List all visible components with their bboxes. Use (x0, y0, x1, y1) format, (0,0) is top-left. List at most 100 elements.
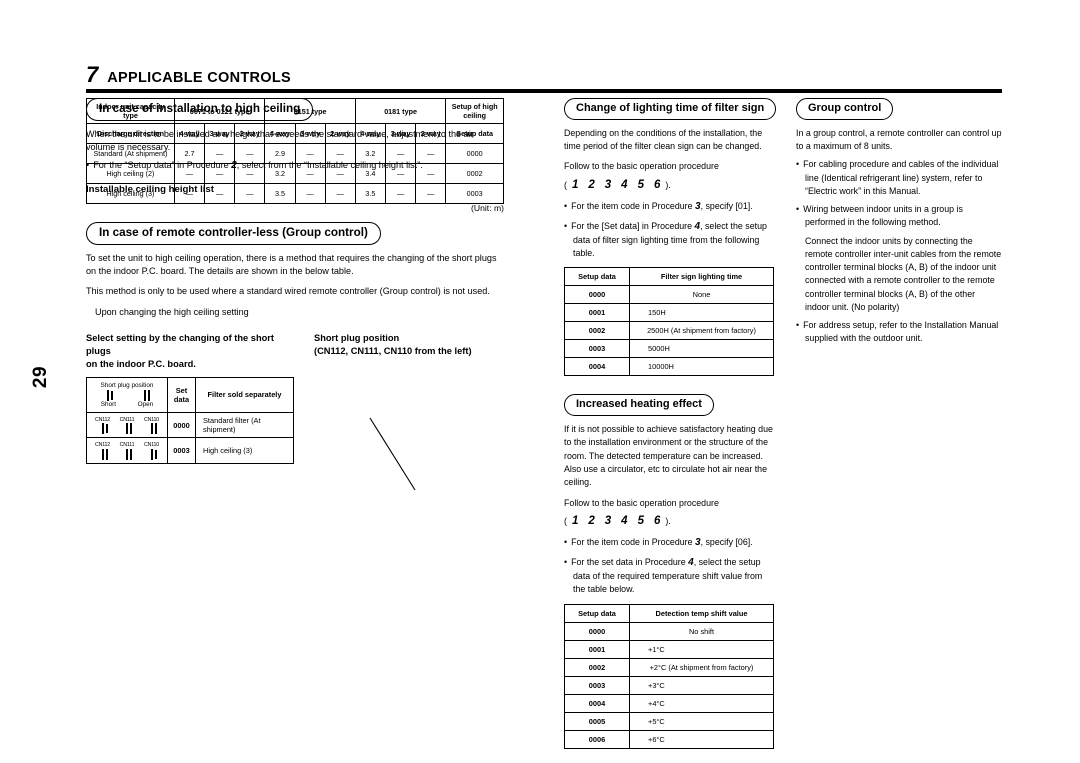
plug-pin-label: CN112 (94, 442, 111, 449)
plug-pin-label: CN111 (119, 416, 135, 423)
cell-value: 3.2 (264, 163, 296, 184)
plug-cn112: CN112 (92, 442, 113, 460)
heating-bullet-1: For the item code in Procedure 3, specif… (564, 535, 774, 550)
seq-open: ( (564, 179, 567, 190)
cell-value: +5°C (629, 711, 774, 731)
group-less-para-3: Upon changing the high ceiling setting (95, 306, 249, 317)
filter-sign-sequence: (1 2 3 4 5 6). (564, 176, 774, 194)
table-header-row-2: Discharge direction 4-way 3-way 2-way 4-… (86, 123, 504, 144)
cell-setup-data: 0005 (564, 711, 630, 731)
plug-cn111: CN111 (117, 416, 138, 435)
plug-open-icon (144, 389, 147, 401)
short-plug-position-label-line1: Short plug position (314, 332, 400, 343)
th-way: 2-way (324, 123, 356, 144)
section-heading-filter-sign: Change of lighting time of filter sign (564, 98, 777, 120)
cell-setup-data: 0002 (564, 321, 630, 341)
plug-open-icon (150, 423, 153, 435)
cell-value: 3.5 (264, 183, 296, 204)
group-control-para-1: In a group control, a remote controller … (796, 127, 1002, 152)
header-rule (86, 89, 1002, 93)
th-type-0181: 0181 type (354, 98, 447, 124)
th-way: 3-way (204, 123, 236, 144)
legend-short-label: Short (100, 400, 117, 408)
seq-step: 5 (637, 178, 644, 191)
cell-value: — (324, 163, 356, 184)
table-row: 0000 No shift (564, 621, 774, 641)
table-row: CN112 CN111 CN110 0000 Standard filter (… (86, 411, 294, 439)
cell-value: — (415, 163, 447, 184)
cell-row-label: High ceiling (3) (86, 183, 175, 204)
section-heading-increased-heating: Increased heating effect (564, 394, 714, 417)
cell-setup-data: 0000 (564, 621, 630, 641)
seq-step: 2 (588, 514, 595, 527)
cell-value: 3.5 (354, 183, 387, 204)
cell-value: None (629, 285, 774, 305)
legend-open: Open (137, 389, 154, 408)
left-column: In case of installation to high ceiling … (86, 98, 504, 464)
cell-setup-data: 0000 (564, 285, 630, 305)
heating-para-1: If it is not possible to achieve satisfa… (564, 424, 773, 488)
cell-value: — (384, 163, 417, 184)
cell-value: — (324, 183, 356, 204)
filter-sign-para-1: Depending on the conditions of the insta… (564, 127, 763, 152)
table-row: CN112 CN111 CN110 0003 High ceiling (3) (86, 437, 294, 464)
th-way: 2-way (234, 123, 266, 144)
bullet-text: Wiring between indoor units in a group i… (803, 204, 963, 228)
seq-step: 3 (604, 514, 612, 527)
th-detection-temp-shift-value: Detection temp shift value (629, 603, 774, 623)
th-setup-data: Setup data (564, 267, 630, 287)
cell-value: — (294, 183, 326, 204)
select-setting-label-line1: Select setting by the changing of the sh… (86, 332, 275, 356)
cell-value: — (415, 143, 447, 164)
plug-short-icon (150, 448, 153, 460)
cell-setup-data: 0000 (445, 143, 504, 164)
right-column: Group control In a group control, a remo… (796, 98, 1002, 346)
table-row: 0006 +6°C (564, 729, 774, 749)
filter-sign-bullet-1: For the item code in Procedure 3, specif… (564, 199, 774, 214)
th-way: 3-way (294, 123, 326, 144)
cell-setup-data: 0003 (564, 339, 630, 359)
bullet-text: For cabling procedure and cables of the … (803, 159, 999, 196)
table-row: 0005 +5°C (564, 711, 774, 731)
th-way: 4-way (264, 123, 296, 144)
unit-note: (Unit: m) (471, 203, 504, 214)
cell-value: +4°C (629, 693, 774, 713)
plug-table-header-row: Short plug position Short Open Set data … (86, 376, 294, 413)
cell-value: — (204, 183, 236, 204)
cell-setup-data: 0001 (564, 303, 630, 323)
table-row: 0002 2500H (At shipment from factory) (564, 321, 774, 341)
plug-legend-cell: Short plug position Short Open (86, 376, 168, 413)
bullet-text: For address setup, refer to the Installa… (803, 320, 999, 344)
table-row: Standard (At shipment) 2.7 — — 2.9 — — 3… (86, 143, 504, 164)
plug-pin-label: CN110 (143, 416, 160, 423)
legend-open-label: Open (137, 400, 154, 408)
installable-ceiling-height-table: Indoor unit capacity type 0071 to 0121 t… (86, 98, 504, 204)
bullet-text-post: , specify [01]. (700, 200, 753, 211)
th-type-0151: 0151 type (264, 98, 356, 124)
th-way: 2-way (415, 123, 447, 144)
bullet-text-pre: For the set data in Procedure (571, 557, 686, 568)
heating-sequence: (1 2 3 4 5 6). (564, 512, 774, 530)
seq-step: 1 (571, 514, 579, 527)
table-row: 0003 5000H (564, 339, 774, 359)
seq-step: 6 (653, 178, 661, 191)
short-plug-position-label-line2: (CN112, CN111, CN110 from the left) (314, 345, 472, 356)
group-less-para-2: This method is only to be used where a s… (86, 286, 490, 297)
cell-value: — (415, 183, 447, 204)
cell-value: — (384, 143, 417, 164)
seq-step: 2 (588, 178, 595, 191)
cell-value: 2.9 (264, 143, 296, 164)
select-setting-label-line2: on the indoor P.C. board. (86, 358, 196, 369)
th-set-data: Set data (167, 376, 196, 413)
table-row: 0004 +4°C (564, 693, 774, 713)
table-row: 0001 150H (564, 303, 774, 323)
seq-close: ). (665, 179, 671, 190)
plug-cn110: CN110 (141, 442, 162, 460)
seq-step: 6 (653, 514, 661, 527)
table-row: 0002 +2°C (At shipment from factory) (564, 657, 774, 677)
th-setup-high-ceiling: Setup of high ceiling (445, 98, 504, 124)
cell-filter-text: Standard filter (At shipment) (195, 411, 294, 439)
section-heading-group-less: In case of remote controller-less (Group… (86, 222, 381, 246)
table-row: 0004 10000H (564, 357, 774, 377)
plug-row: CN112 CN111 CN110 (90, 416, 164, 435)
